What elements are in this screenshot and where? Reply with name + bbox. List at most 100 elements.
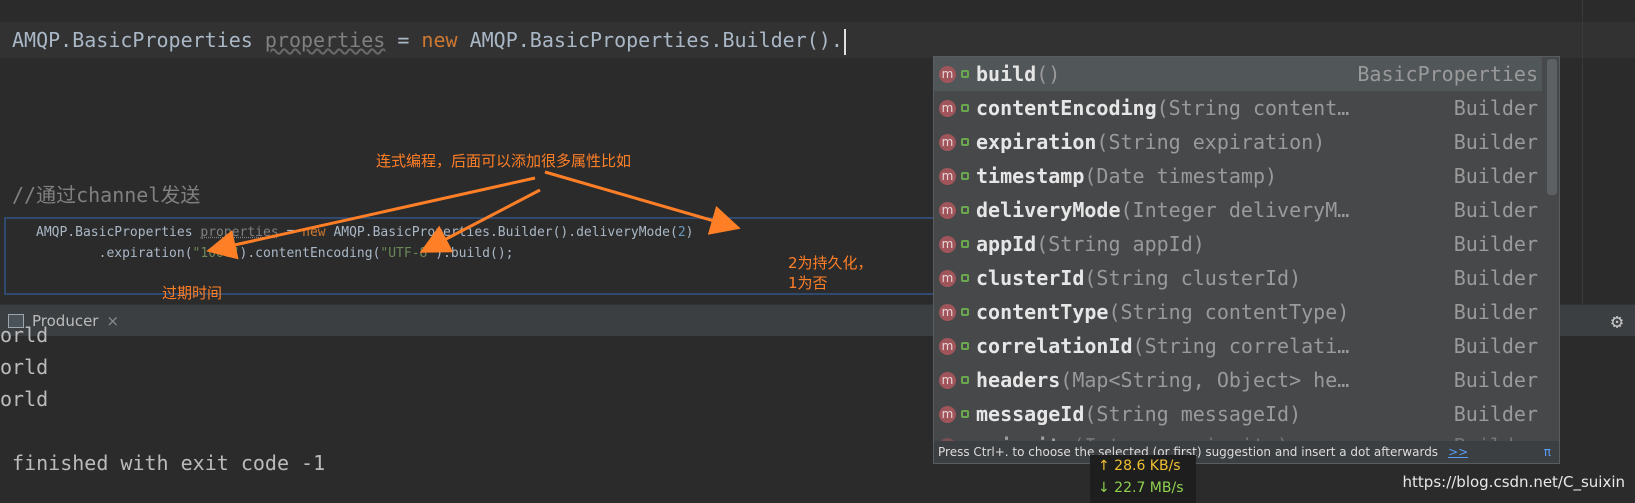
popup-footer-link[interactable]: >> (1448, 445, 1468, 459)
public-lock-icon (961, 104, 969, 112)
snippet-call: AMQP.BasicProperties.Builder().deliveryM… (325, 225, 678, 240)
gear-icon[interactable]: ⚙ (1611, 311, 1623, 331)
snippet-number: 2 (677, 225, 686, 240)
method-icon: m (939, 337, 956, 355)
snippet-keyword: new (302, 225, 326, 240)
console-exit-line: finished with exit code -1 (0, 451, 326, 475)
method-name: clusterId (976, 266, 1085, 290)
watermark: https://blog.csdn.net/C_suixin (1402, 473, 1625, 491)
method-name: appId (976, 232, 1037, 256)
public-lock-icon (961, 308, 969, 316)
return-type: Builder (1453, 198, 1538, 222)
public-lock-icon (961, 410, 969, 418)
snippet-build: ).build(); (435, 246, 514, 261)
completion-item[interactable]: m headers (Map<String, Object> he… Builder (934, 363, 1542, 397)
code-variable: properties (264, 28, 386, 52)
method-params: (String content… (1156, 96, 1350, 120)
snippet-expiration: .expiration( (36, 246, 193, 261)
text-caret (843, 28, 846, 55)
annotation-expire-note: 过期时间 (162, 284, 223, 302)
public-lock-icon (961, 342, 969, 350)
snippet-line-1: AMQP.BasicProperties properties = new AM… (36, 224, 693, 242)
pi-icon[interactable]: π (1544, 441, 1551, 463)
completion-item[interactable]: m clusterId (String clusterId) Builder (934, 261, 1542, 295)
console-line: orld (0, 387, 49, 411)
method-params: (String contentType) (1108, 300, 1350, 324)
return-type: BasicProperties (1357, 62, 1538, 86)
method-name: messageId (976, 402, 1085, 426)
method-params: () (1036, 62, 1061, 86)
network-speed-widget: ↑ 28.6 KB/s ↓ 22.7 MB/s (1090, 455, 1196, 503)
snippet-paren: ) (685, 225, 694, 240)
return-type: Builder (1453, 96, 1538, 120)
code-keyword-new: new (421, 28, 458, 52)
completion-item[interactable]: m timestamp (Date timestamp) Builder (934, 159, 1542, 193)
method-icon: m (939, 269, 956, 287)
editor-top-strip (0, 0, 1635, 22)
method-icon: m (939, 201, 956, 219)
method-params: (String clusterId) (1084, 266, 1302, 290)
completion-item[interactable]: m correlationId (String correlati… Builder (934, 329, 1542, 363)
return-type: Builder (1453, 266, 1538, 290)
method-name: deliveryMode (976, 198, 1121, 222)
completion-item[interactable]: m messageId (String messageId) Builder (934, 397, 1542, 431)
download-speed: ↓ 22.7 MB/s (1098, 480, 1184, 496)
method-name: headers (976, 368, 1061, 392)
console-line: orld (0, 323, 49, 347)
upload-speed: ↑ 28.6 KB/s (1098, 458, 1181, 474)
code-builder: AMQP.BasicProperties.Builder(). (457, 28, 843, 52)
method-icon: m (939, 167, 956, 185)
method-name: expiration (976, 130, 1097, 154)
completion-item[interactable]: m deliveryMode (Integer deliveryM… Builder (934, 193, 1542, 227)
code-comment: //通过channel发送 (12, 183, 201, 207)
method-params: (String expiration) (1096, 130, 1326, 154)
return-type: Builder (1453, 402, 1538, 426)
right-margin-guide (1582, 0, 1583, 340)
method-params: (Date timestamp) (1084, 164, 1278, 188)
completion-item[interactable]: m appId (String appId) Builder (934, 227, 1542, 261)
code-completion-popup[interactable]: m build() BasicProperties m contentEncodi… (933, 56, 1560, 464)
popup-scrollbar[interactable] (1547, 59, 1557, 195)
snippet-operator: = (278, 225, 303, 240)
public-lock-icon (961, 274, 969, 282)
snippet-type: AMQP.BasicProperties (36, 225, 201, 240)
completion-item[interactable]: m expiration (String expiration) Builder (934, 125, 1542, 159)
public-lock-icon (961, 376, 969, 384)
method-name: correlationId (976, 334, 1133, 358)
snippet-variable: properties (200, 225, 279, 240)
public-lock-icon (961, 70, 969, 78)
return-type: Builder (1453, 232, 1538, 256)
method-name: contentType (976, 300, 1109, 324)
method-icon: m (939, 133, 956, 151)
return-type: Builder (1453, 334, 1538, 358)
public-lock-icon (961, 138, 969, 146)
code-type: AMQP.BasicProperties (12, 28, 265, 52)
editor-code-line[interactable]: AMQP.BasicProperties properties = new AM… (12, 24, 846, 56)
method-params: (Map<String, Object> he… (1060, 368, 1350, 392)
snippet-encoding: ).contentEncoding( (239, 246, 381, 261)
public-lock-icon (961, 206, 969, 214)
completion-item[interactable]: m build() BasicProperties (934, 57, 1542, 91)
close-icon[interactable]: × (106, 312, 119, 330)
popup-footer: Press Ctrl+. to choose the selected (or … (934, 441, 1559, 463)
annotation-persist-note-1: 2为持久化， (788, 254, 873, 272)
method-icon: m (939, 405, 956, 423)
return-type: Builder (1453, 164, 1538, 188)
method-params: (String correlati… (1132, 334, 1350, 358)
annotation-persist-note-2: 1为否 (788, 274, 828, 292)
console-line: orld (0, 355, 49, 379)
method-params: (Integer deliveryM… (1120, 198, 1350, 222)
method-icon: m (939, 65, 956, 83)
public-lock-icon (961, 172, 969, 180)
snippet-line-2: .expiration("1000").contentEncoding("UTF… (36, 245, 514, 263)
method-params: (String messageId) (1084, 402, 1302, 426)
completion-item[interactable]: m contentEncoding (String content… Builder (934, 91, 1542, 125)
return-type: Builder (1453, 300, 1538, 324)
return-type: Builder (1453, 368, 1538, 392)
completion-item[interactable]: m contentType (String contentType) Builder (934, 295, 1542, 329)
method-params: (String appId) (1036, 232, 1205, 256)
method-icon: m (939, 303, 956, 321)
code-operator: = (385, 28, 422, 52)
method-icon: m (939, 99, 956, 117)
method-name: build (976, 62, 1037, 86)
